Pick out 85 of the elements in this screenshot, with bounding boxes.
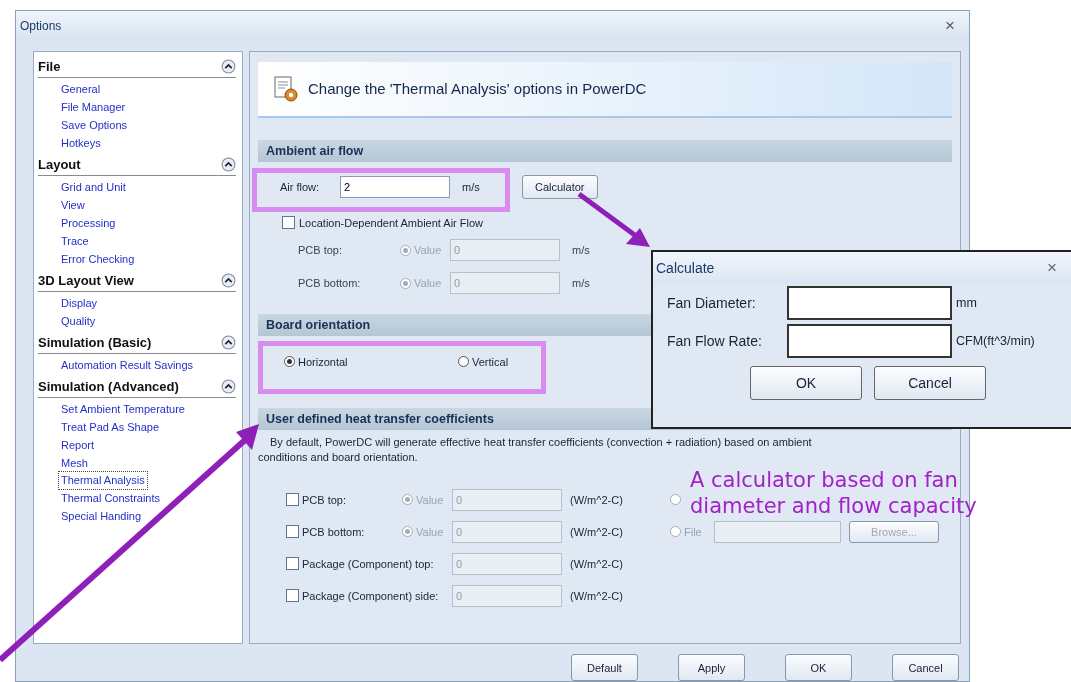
sidebar-item[interactable]: File Manager — [59, 97, 128, 116]
collapse-icon[interactable] — [221, 58, 236, 74]
field-label: Fan Flow Rate: — [667, 333, 763, 349]
sidebar-item[interactable]: Trace — [59, 231, 91, 250]
checkbox-label: PCB bottom: — [302, 525, 366, 538]
collapse-icon[interactable] — [221, 272, 236, 288]
input-field[interactable] — [787, 286, 952, 320]
dialog-button[interactable]: Cancel — [874, 366, 986, 400]
dialog-button[interactable]: OK — [785, 654, 852, 681]
sidebar-item[interactable]: Automation Result Savings — [59, 355, 196, 374]
group-title: Layout — [38, 156, 81, 172]
checkbox[interactable] — [286, 493, 299, 507]
checkbox-label: Location-Dependent Ambient Air Flow — [299, 216, 484, 229]
sidebar-item[interactable]: Hotkeys — [59, 133, 103, 152]
checkbox-label: PCB top: — [302, 493, 348, 506]
option-label: Value — [414, 244, 443, 257]
unit-label: (W/m^2-C) — [570, 589, 624, 602]
radio-button[interactable] — [670, 526, 681, 538]
sidebar-item[interactable]: Thermal Constraints — [59, 488, 163, 507]
option-label: File — [684, 525, 703, 538]
field-label: PCB bottom: — [298, 277, 362, 290]
sidebar-item[interactable]: Grid and Unit — [59, 177, 128, 196]
unit-label: (W/m^2-C) — [570, 525, 624, 538]
group-title: Simulation (Basic) — [38, 334, 152, 350]
unit-label: CFM(ft^3/min) — [956, 334, 1035, 348]
sidebar-item[interactable]: Report — [59, 435, 97, 454]
unit-label: mm — [956, 296, 977, 310]
sidebar-item[interactable]: Save Options — [59, 115, 130, 134]
collapse-icon[interactable] — [221, 156, 236, 172]
sidebar-item[interactable]: View — [59, 195, 87, 214]
unit-label: m/s — [572, 277, 591, 290]
radio-button[interactable] — [402, 494, 413, 506]
input-field[interactable] — [787, 324, 952, 358]
sidebar-item[interactable]: Treat Pad As Shape — [59, 417, 162, 436]
field-label: PCB top: — [298, 244, 344, 257]
header-title: Change the 'Thermal Analysis' options in PowerDC — [308, 80, 647, 98]
dialog-button[interactable]: OK — [750, 366, 862, 400]
annotation-caption: A calculator based on fan diameter and flow capacity — [690, 467, 978, 519]
sidebar-item[interactable]: Quality — [59, 311, 98, 330]
description-text: By default, PowerDC will generate effective heat transfer coefficients (convection + radiation) based on ambient conditions and board orientation. — [258, 434, 813, 465]
collapse-icon[interactable] — [221, 378, 236, 394]
radio-button[interactable] — [670, 494, 681, 506]
dialog-title: Calculate — [656, 260, 715, 276]
option-label: Value — [416, 525, 445, 538]
radio-button[interactable] — [284, 356, 295, 368]
sidebar-item[interactable]: Special Handing — [59, 506, 144, 525]
field-label: Air flow: — [280, 180, 321, 193]
window-title: Options — [20, 18, 62, 33]
dialog-button[interactable]: Default — [571, 654, 638, 681]
section-header: Ambient air flow — [258, 139, 952, 162]
checkbox[interactable] — [286, 525, 299, 539]
unit-label: m/s — [572, 244, 591, 257]
dialog-button[interactable]: Cancel — [892, 654, 959, 681]
option-label: Horizontal — [298, 355, 349, 368]
air-flow-field[interactable]: 2 — [340, 175, 450, 198]
unit-label: m/s — [462, 180, 481, 193]
dialog-button[interactable]: Apply — [678, 654, 745, 681]
sidebar-item[interactable]: Error Checking — [59, 249, 137, 268]
sidebar-item[interactable]: Set Ambient Temperature — [59, 399, 187, 418]
checkbox-label: Package (Component) side: — [302, 589, 440, 602]
document-gear-icon — [272, 74, 300, 103]
radio-button[interactable] — [458, 356, 469, 368]
option-label: Vertical — [472, 355, 510, 368]
checkbox[interactable] — [286, 589, 299, 603]
checkbox-label: Package (Component) top: — [302, 557, 435, 570]
sidebar-item[interactable]: Mesh — [59, 453, 90, 472]
close-button[interactable]: × — [1041, 257, 1063, 279]
checkbox[interactable] — [282, 216, 295, 230]
group-title: Simulation (Advanced) — [38, 378, 179, 394]
sidebar-item[interactable]: Thermal Analysis — [59, 471, 147, 489]
option-label: Value — [414, 277, 443, 290]
field-label: Fan Diameter: — [667, 295, 757, 311]
unit-label: (W/m^2-C) — [570, 493, 624, 506]
unit-label: (W/m^2-C) — [570, 557, 624, 570]
sidebar-item[interactable]: Processing — [59, 213, 118, 232]
group-title: 3D Layout View — [38, 272, 134, 288]
radio-button[interactable] — [402, 526, 413, 538]
calculator-button[interactable]: Calculator — [522, 174, 598, 199]
sidebar-item[interactable]: General — [59, 79, 103, 98]
option-label: Value — [416, 493, 445, 506]
group-title: File — [38, 58, 61, 74]
sidebar-item[interactable]: Display — [59, 293, 100, 312]
collapse-icon[interactable] — [221, 334, 236, 350]
checkbox[interactable] — [286, 557, 299, 571]
close-button[interactable]: × — [941, 15, 959, 36]
